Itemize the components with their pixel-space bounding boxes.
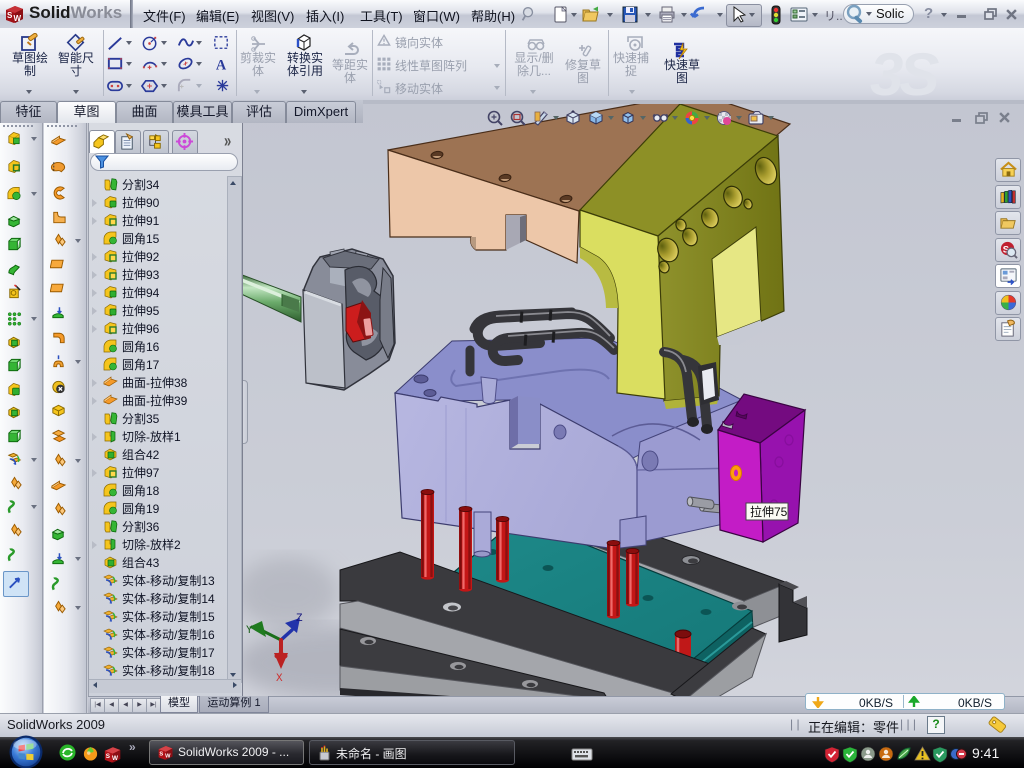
svg-text:A: A (216, 57, 227, 73)
svg-text:S: S (7, 11, 13, 20)
svg-text:S: S (106, 753, 110, 760)
svg-text:X: X (276, 673, 283, 685)
svg-text:W: W (112, 755, 118, 762)
svg-text:Y: Y (246, 625, 253, 637)
svg-text:Z: Z (296, 613, 303, 625)
svg-text:拉伸75: 拉伸75 (750, 504, 788, 519)
svg-text:S: S (159, 752, 163, 758)
svg-text:W: W (165, 753, 171, 759)
svg-text:W: W (14, 14, 22, 23)
